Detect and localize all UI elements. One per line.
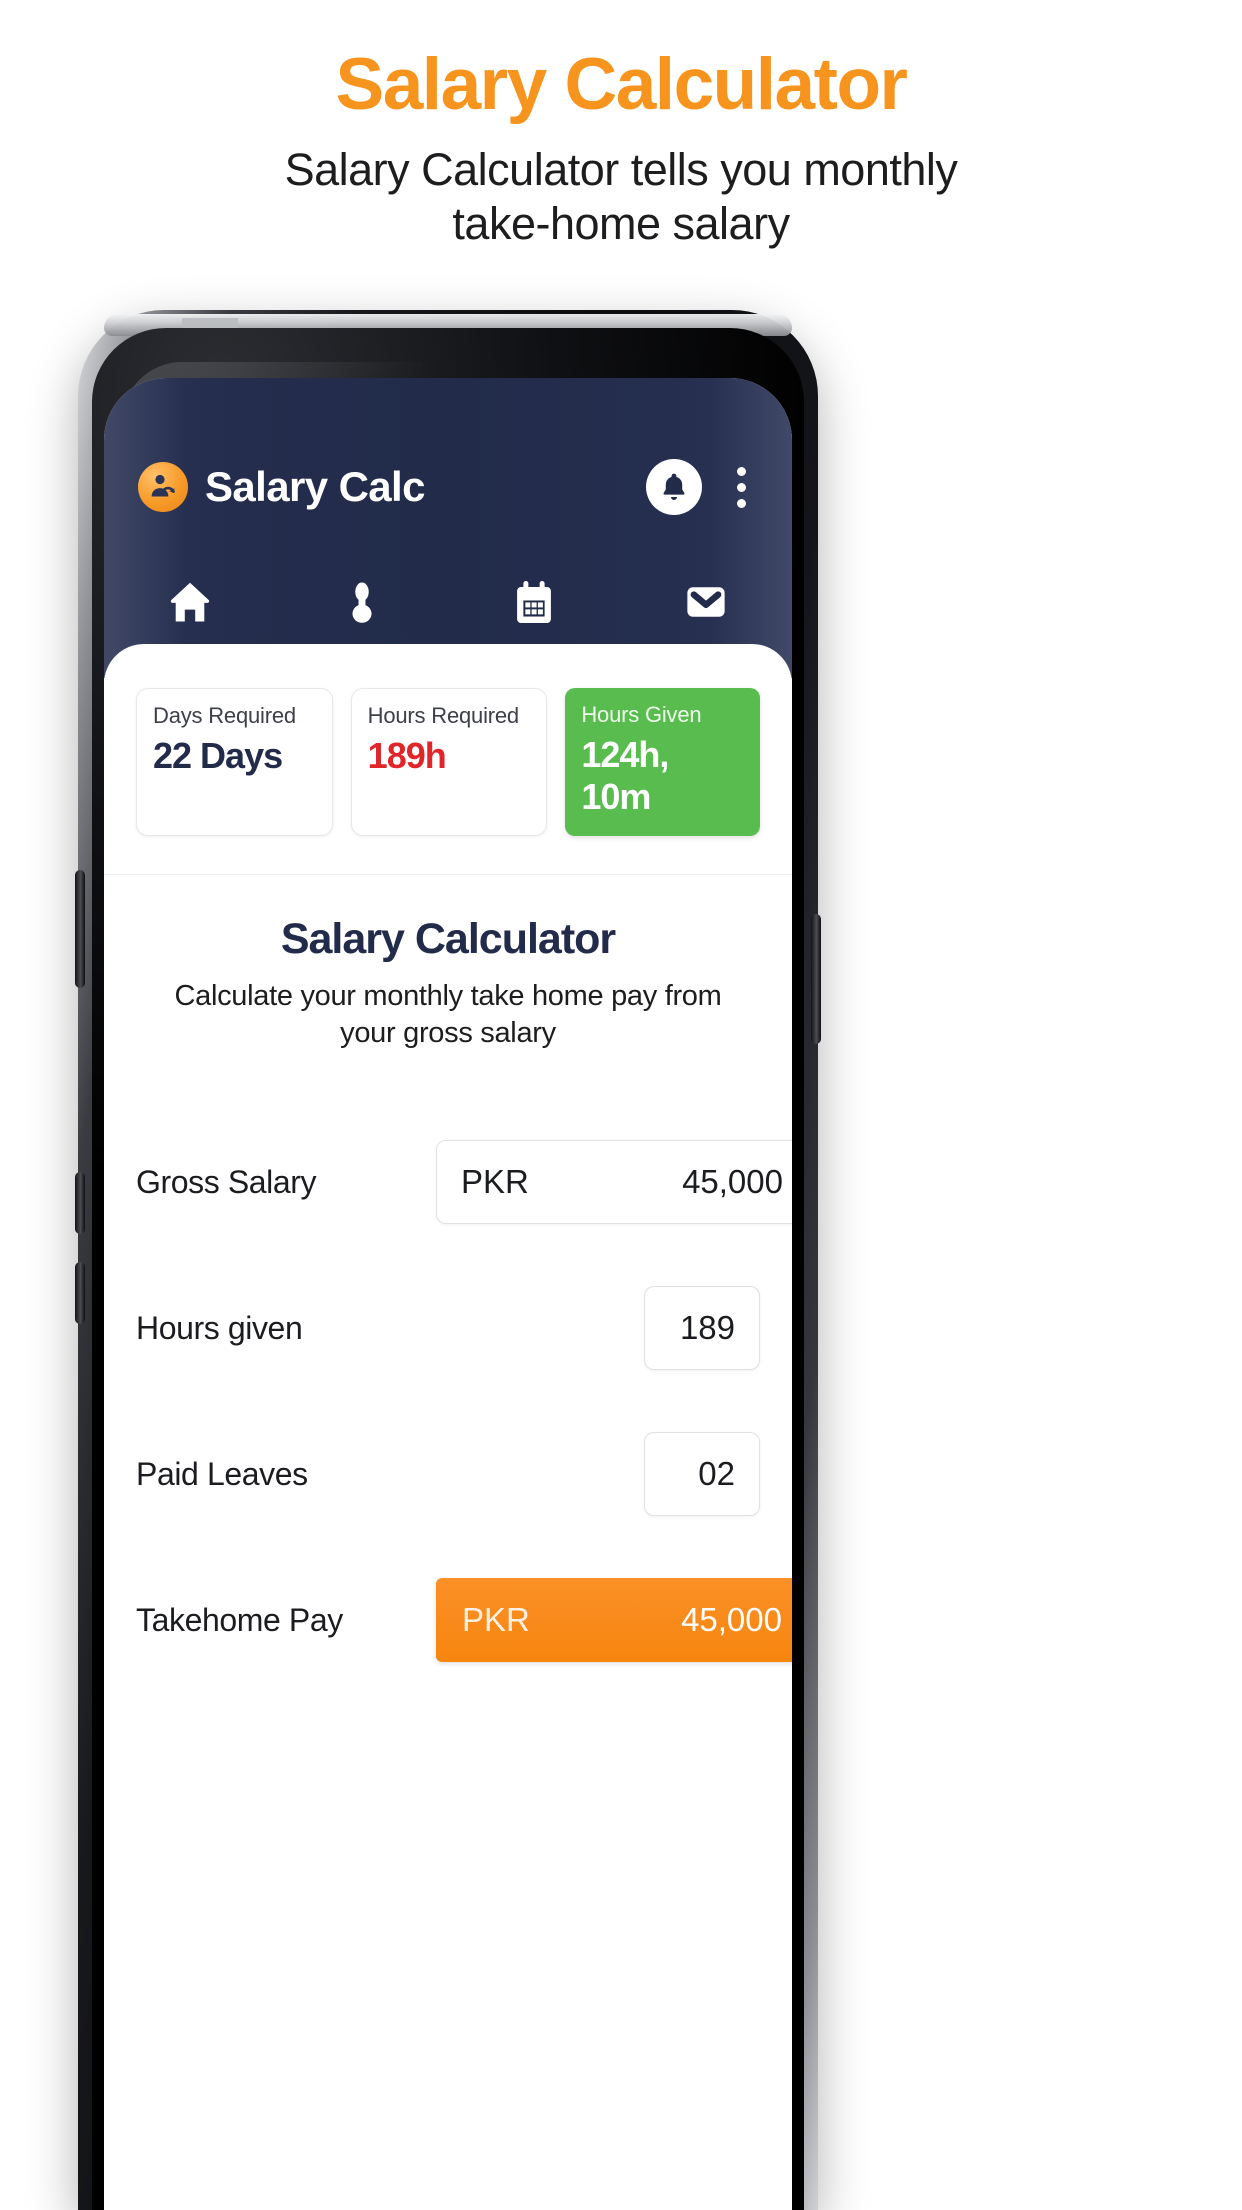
stat-label: Hours Given [581, 702, 702, 727]
tab-profile[interactable] [276, 576, 448, 633]
phone-screen: Salary Calc Days Required 22 Days Hours … [104, 378, 792, 2210]
person-icon [336, 576, 388, 633]
form-row-takehome-pay: Takehome Pay PKR 45,000 [136, 1547, 792, 1693]
field-label: Gross Salary [136, 1163, 317, 1200]
promo-header: Salary Calculator Salary Calculator tell… [0, 0, 1242, 251]
tab-home[interactable] [104, 576, 276, 633]
tab-bar [104, 556, 792, 652]
phone-mockup: Salary Calc Days Required 22 Days Hours … [75, 310, 821, 2210]
field-control: PKR 45,000 [436, 1578, 792, 1663]
stat-label: Hours Required [367, 703, 519, 728]
stat-value: 189h [367, 735, 447, 776]
hours-given-input[interactable]: 189 [644, 1286, 760, 1371]
power-button[interactable] [811, 914, 821, 1044]
app-bar-top-row: Salary Calc [104, 448, 792, 526]
currency-prefix: PKR [462, 1601, 530, 1639]
gross-salary-input[interactable]: PKR 45,000 [436, 1140, 792, 1225]
page-description: Calculate your monthly take home pay fro… [174, 980, 722, 1049]
paid-leaves-input[interactable]: 02 [644, 1432, 760, 1517]
brand: Salary Calc [138, 462, 425, 512]
form-row-hours-given: Hours given 189 [136, 1255, 760, 1401]
page-title: Salary Calculator [280, 915, 616, 963]
bell-icon[interactable] [646, 459, 702, 515]
form-row-gross-salary: Gross Salary PKR 45,000 [136, 1109, 792, 1255]
form-row-paid-leaves: Paid Leaves 02 [136, 1401, 760, 1547]
promo-subtitle: Salary Calculator tells you monthly take… [284, 144, 958, 250]
field-value: 45,000 [682, 1163, 783, 1201]
volume-up-button[interactable] [75, 1172, 85, 1234]
volume-down-button[interactable] [75, 1262, 85, 1324]
more-dot [736, 466, 746, 476]
more-dot [736, 482, 746, 492]
field-control: PKR 45,000 [436, 1140, 792, 1225]
field-label: Hours given [136, 1309, 303, 1346]
content-sheet: Days Required 22 Days Hours Required 189… [104, 644, 792, 2204]
stat-card-hours-given[interactable]: Hours Given 124h, 10m [565, 688, 761, 836]
app-bar: Salary Calc [104, 378, 792, 678]
field-label: Takehome Pay [136, 1601, 343, 1638]
brand-name: Salary Calc [205, 463, 425, 510]
field-label: Paid Leaves [136, 1455, 308, 1492]
field-value: 02 [698, 1455, 735, 1493]
stat-value: 124h, 10m [581, 734, 669, 817]
more-vertical-icon[interactable] [724, 459, 758, 515]
field-value: 189 [679, 1309, 735, 1347]
person-check-circle-icon [138, 462, 188, 512]
envelope-icon [680, 576, 732, 633]
field-value: 45,000 [681, 1601, 782, 1639]
volume-rocker-button[interactable] [75, 870, 85, 988]
tab-calendar[interactable] [448, 576, 620, 633]
calculator-header: Salary Calculator Calculate your monthly… [104, 875, 792, 1051]
stat-label: Days Required [153, 703, 296, 728]
calculator-form: Gross Salary PKR 45,000 Hours given 189 [104, 1051, 792, 1693]
field-control: 189 [436, 1286, 760, 1371]
takehome-pay-result: PKR 45,000 [436, 1578, 792, 1663]
field-control: 02 [436, 1432, 760, 1517]
stat-card-days-required[interactable]: Days Required 22 Days [136, 688, 333, 836]
promo-title: Salary Calculator [335, 44, 908, 125]
calendar-icon [508, 576, 560, 633]
app-bar-actions [646, 459, 758, 515]
home-icon [164, 576, 216, 633]
stat-card-hours-required[interactable]: Hours Required 189h [350, 688, 548, 836]
stats-row: Days Required 22 Days Hours Required 189… [104, 644, 792, 836]
tab-messages[interactable] [620, 576, 792, 633]
more-dot [736, 498, 746, 508]
currency-prefix: PKR [461, 1163, 529, 1201]
stat-value: 22 Days [153, 735, 283, 776]
